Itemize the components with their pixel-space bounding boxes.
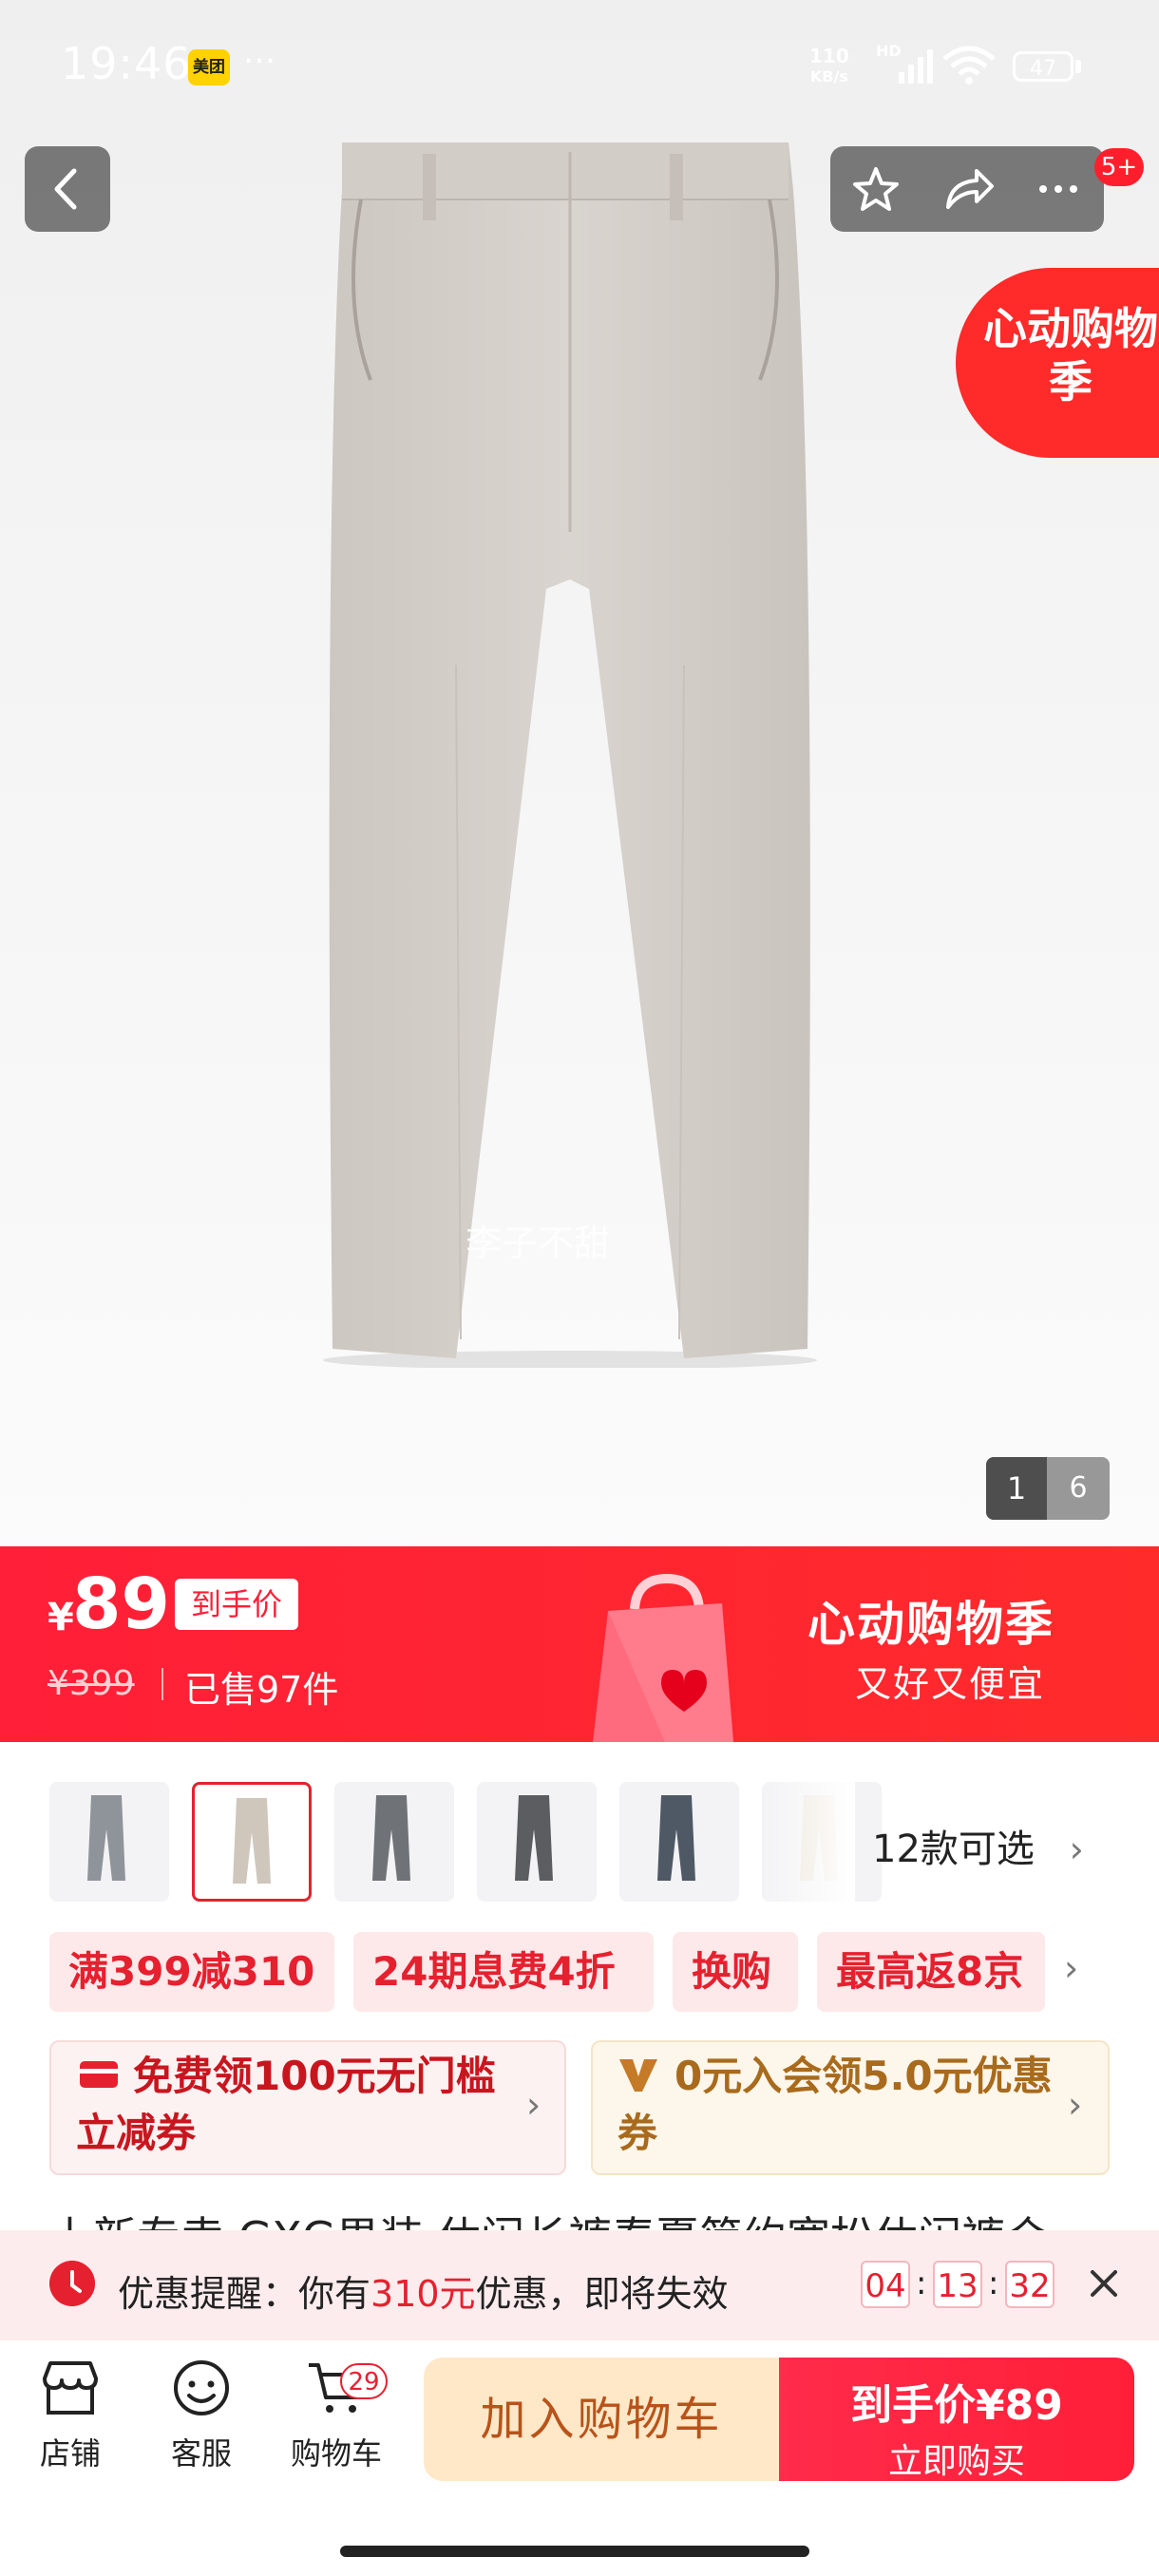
divider — [162, 1668, 163, 1700]
reminder-prefix: 优惠提醒：你有 — [118, 2273, 371, 2315]
variants-fade — [760, 1772, 855, 1911]
buy-now-button[interactable]: 到手价¥89 立即购买 — [779, 2358, 1134, 2481]
share-button[interactable] — [922, 146, 1013, 232]
sold-count: 已售97件 — [184, 1669, 339, 1711]
hd-label: HD — [876, 42, 902, 60]
more-dots-icon — [1039, 185, 1077, 193]
variant-pants-image — [657, 1795, 695, 1881]
chevron-left-icon — [54, 168, 77, 210]
promo-chip-discount[interactable]: 满399减310 — [49, 1932, 334, 2012]
coupon-text: 0元入会领5.0元优惠券 — [618, 2053, 1053, 2156]
product-image — [323, 142, 817, 1368]
meituan-app-icon: 美团 — [188, 49, 230, 85]
coupon-card-membership[interactable]: 0元入会领5.0元优惠券 › — [591, 2040, 1110, 2175]
cart-count-badge: 29 — [340, 2363, 388, 2399]
countdown-hours: 04 — [861, 2261, 910, 2308]
price-value: 89 — [72, 1563, 170, 1645]
price-currency: ¥ — [48, 1596, 74, 1639]
network-speed-unit: KB/s — [809, 67, 848, 85]
share-icon — [946, 169, 994, 209]
network-speed: 110 KB/s — [809, 46, 849, 87]
more-button[interactable] — [1013, 146, 1104, 232]
countdown-minutes: 13 — [933, 2261, 982, 2308]
variant-thumbnail[interactable] — [192, 1782, 312, 1902]
variant-thumbnail[interactable] — [477, 1782, 597, 1902]
clock-icon — [49, 2261, 95, 2306]
price-tag: 到手价 — [175, 1579, 298, 1630]
banner-subtitle: 又好又便宜 — [855, 1663, 1046, 1705]
chevron-right-icon[interactable]: › — [1064, 1947, 1078, 1989]
reminder-amount: 310元 — [370, 2273, 476, 2315]
gallery-pager: 1 6 — [986, 1457, 1110, 1520]
cart-label: 购物车 — [290, 2435, 382, 2472]
close-icon[interactable] — [1085, 2264, 1123, 2302]
notification-badge: 5+ — [1094, 148, 1144, 186]
favorite-button[interactable] — [830, 146, 922, 232]
variant-thumbnail[interactable] — [619, 1782, 739, 1902]
store-label: 店铺 — [39, 2435, 101, 2472]
status-time: 19:46 — [61, 38, 192, 89]
pager-current: 1 — [986, 1457, 1047, 1520]
star-icon — [853, 167, 899, 211]
chevron-right-icon: › — [1069, 1828, 1084, 1870]
variant-thumbnail[interactable] — [49, 1782, 169, 1902]
pager-total: 6 — [1069, 1471, 1088, 1505]
wifi-icon — [942, 46, 996, 85]
variants-count-label: 12款可选 — [872, 1828, 1035, 1871]
chevron-right-icon: › — [526, 2084, 542, 2126]
status-more-icon: ··· — [243, 42, 276, 81]
countdown-seconds: 32 — [1005, 2261, 1054, 2308]
top-actions-bar — [830, 146, 1104, 232]
promo-chip-cashback[interactable]: 最高返8京 — [817, 1932, 1045, 2012]
home-indicator[interactable] — [340, 2546, 809, 2557]
image-watermark: 李子不甜 — [466, 1222, 611, 1264]
shopping-bag-icon — [593, 1573, 733, 1742]
reminder-suffix: 优惠，即将失效 — [475, 2273, 729, 2315]
variant-pants-image — [372, 1795, 410, 1881]
store-button[interactable]: 店铺 — [13, 2358, 127, 2473]
coupon-card-store[interactable]: 免费领100元无门槛立减券 › — [49, 2040, 566, 2175]
store-icon — [43, 2361, 98, 2415]
promo-chip-installment[interactable]: 24期息费4折 — [353, 1932, 654, 2012]
countdown-separator: : — [916, 2264, 927, 2302]
promo-chip-exchange[interactable]: 换购 — [673, 1932, 798, 2012]
variants-count[interactable]: 12款可选 › — [872, 1818, 1084, 1873]
battery-icon: 47 — [1013, 51, 1074, 82]
reminder-text: 优惠提醒：你有310元优惠，即将失效 — [118, 2264, 729, 2317]
add-to-cart-button[interactable]: 加入购物车 — [424, 2358, 779, 2481]
product-gallery[interactable] — [0, 0, 1159, 1546]
service-label: 客服 — [170, 2435, 232, 2472]
customer-service-icon — [174, 2360, 229, 2415]
battery-tip — [1075, 60, 1081, 73]
chevron-right-icon: › — [1068, 2084, 1083, 2126]
network-speed-value: 110 — [809, 45, 849, 67]
variant-pants-image — [233, 1798, 271, 1884]
buy-price-label: 到手价¥89 — [850, 2381, 1063, 2430]
variant-pants-image — [515, 1795, 553, 1881]
product-title: 上新专卖 GXG男装 休闲长裤春夏简约宽松休闲裤合 — [49, 2204, 1113, 2230]
original-price: ¥399 — [48, 1664, 135, 1703]
buy-now-label: 立即购买 — [887, 2442, 1025, 2481]
coupon-text: 免费领100元无门槛立减券 — [76, 2053, 496, 2156]
variant-pants-image — [87, 1795, 125, 1881]
back-button[interactable] — [25, 146, 110, 232]
countdown-separator: : — [988, 2264, 999, 2302]
banner-title: 心动购物季 — [808, 1597, 1054, 1652]
variant-thumbnail[interactable] — [334, 1782, 454, 1902]
promo-float-text: 心动购物季 — [983, 303, 1158, 407]
customer-service-button[interactable]: 客服 — [144, 2358, 258, 2473]
